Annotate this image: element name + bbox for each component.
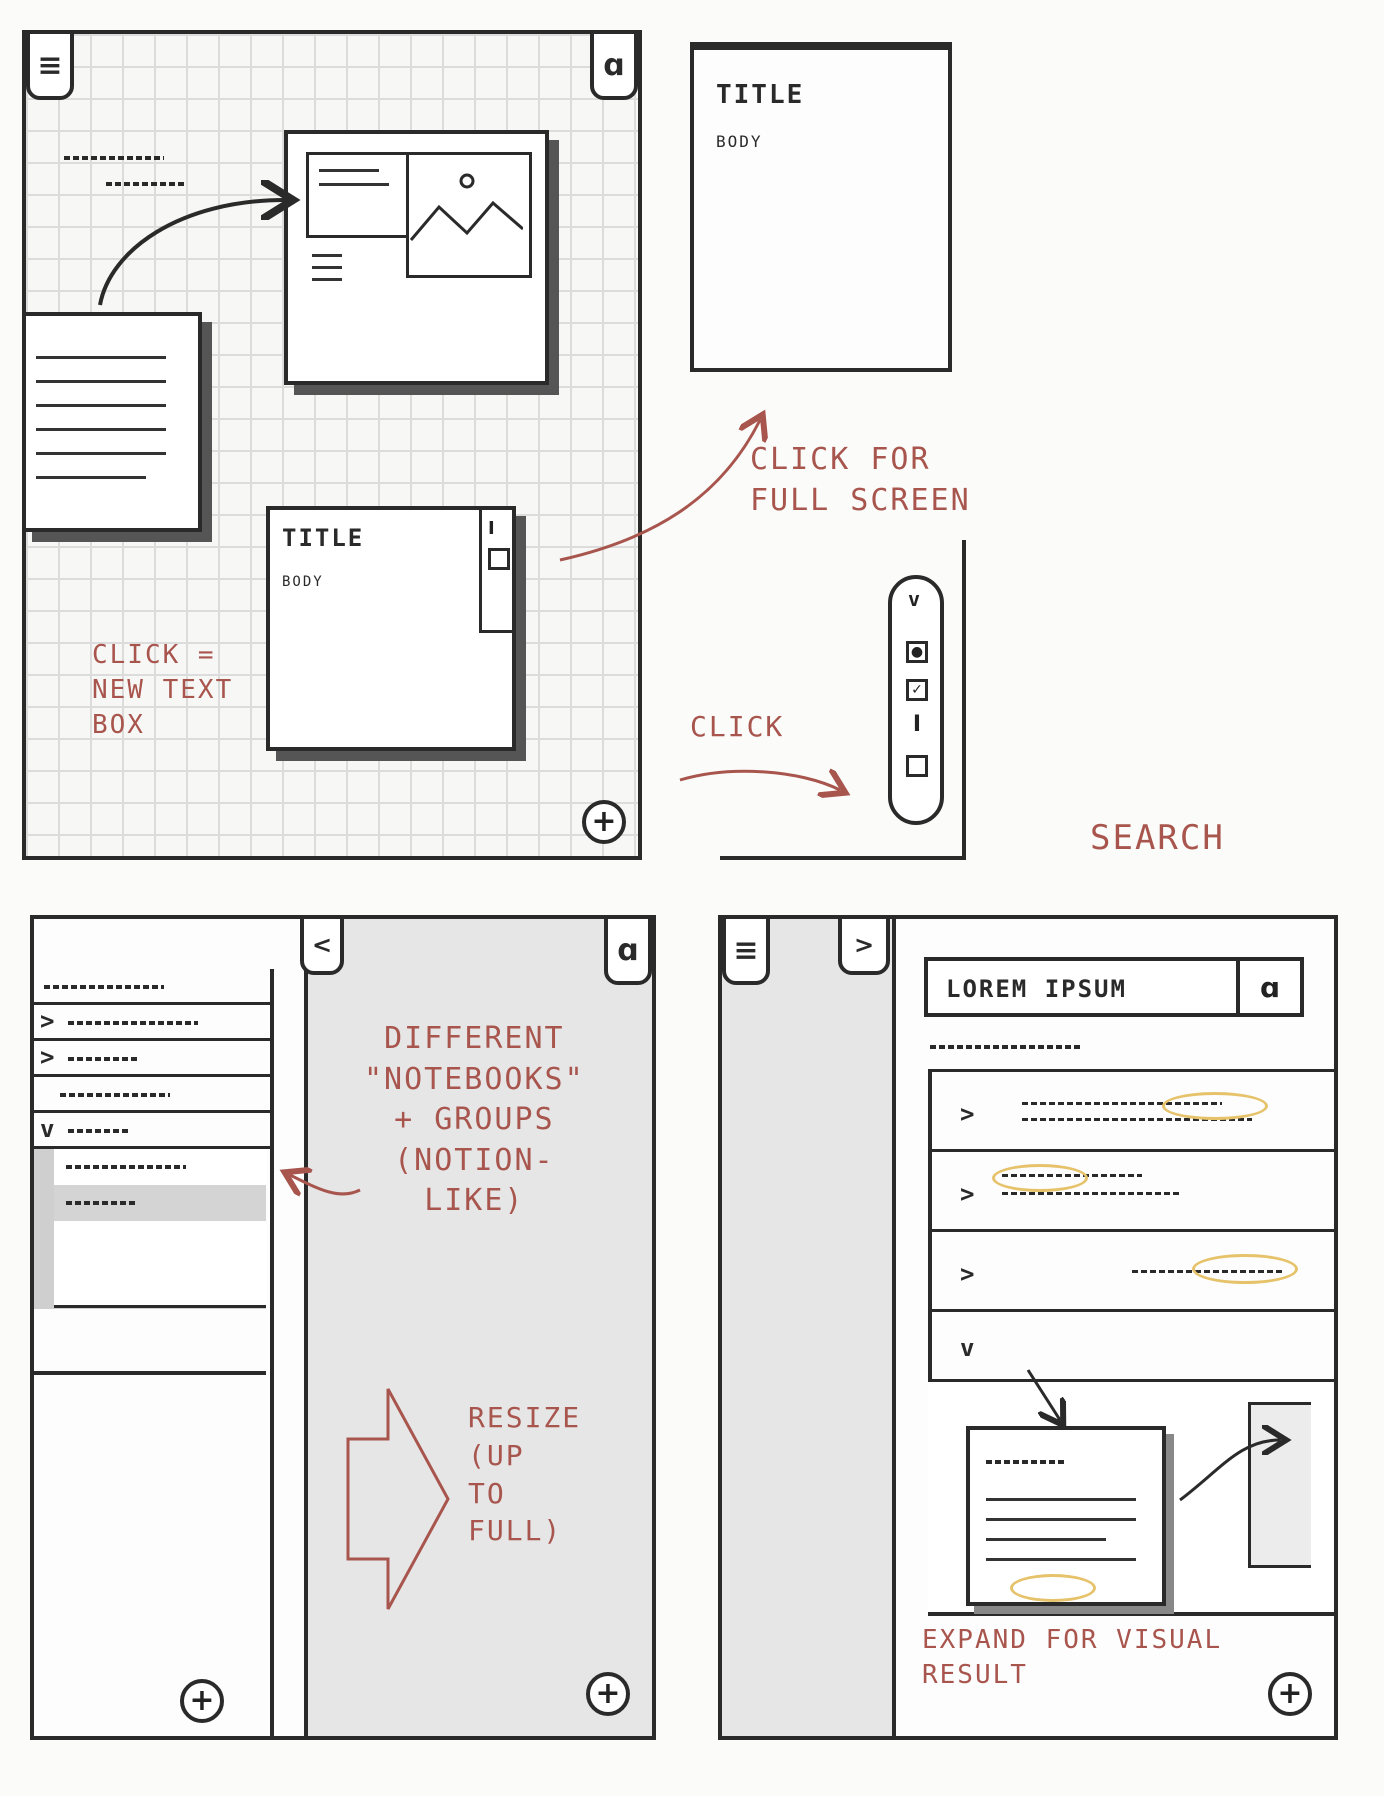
fullscreen-body: BODY xyxy=(716,132,763,151)
notebooks-panel: > > v + DIFFERENT "NOTEBOOKS" + GROUPS (… xyxy=(30,915,656,1740)
text-box-card[interactable]: TITLE BODY I xyxy=(266,506,516,751)
note-expand: EXPAND FOR VISUAL RESULT xyxy=(922,1625,1223,1691)
expand-sidebar-button[interactable]: > xyxy=(838,915,890,975)
menu-icon: ≡ xyxy=(37,47,63,83)
image-placeholder-icon xyxy=(406,152,532,278)
add-notebook-button[interactable]: + xyxy=(180,1679,224,1723)
search-icon: ɑ xyxy=(1259,970,1281,1004)
result-preview-card[interactable] xyxy=(966,1426,1166,1606)
expanded-result-area xyxy=(928,1379,1334,1616)
fullscreen-icon[interactable] xyxy=(488,548,510,570)
result-summary xyxy=(930,1045,1080,1049)
text-tool-icon[interactable]: I xyxy=(906,714,928,739)
canvas-panel[interactable]: ≡ ɑ TITLE BODY I CLICK = NEW TEXT BOX + xyxy=(22,30,642,860)
search-icon: ɑ xyxy=(617,932,639,968)
collapse-sidebar-button[interactable]: < xyxy=(300,915,344,975)
match-highlight xyxy=(1192,1254,1298,1284)
note-click: CLICK xyxy=(690,710,785,743)
card-body: BODY xyxy=(282,574,324,590)
match-highlight xyxy=(992,1164,1088,1192)
add-button[interactable]: + xyxy=(1268,1672,1312,1716)
add-button[interactable]: + xyxy=(586,1672,630,1716)
image-tool-icon[interactable]: ✓ xyxy=(906,679,928,701)
vertical-toolbar[interactable]: v ● ✓ I xyxy=(888,575,944,825)
resize-arrow-icon xyxy=(346,1388,450,1610)
handwritten-scribble xyxy=(106,182,186,186)
circle-tool-icon[interactable]: ● xyxy=(906,641,928,663)
add-button[interactable]: + xyxy=(582,800,626,844)
sidebar-item[interactable] xyxy=(34,969,270,1005)
search-button[interactable]: ɑ xyxy=(1236,961,1300,1013)
menu-tab[interactable]: ≡ xyxy=(26,30,74,100)
text-tool-icon[interactable]: I xyxy=(488,518,495,539)
fullscreen-card[interactable]: TITLE BODY xyxy=(690,42,952,372)
result-row[interactable]: > xyxy=(932,1149,1334,1229)
text-block xyxy=(306,152,412,238)
sidebar-item[interactable]: > xyxy=(34,1005,270,1041)
match-highlight xyxy=(1162,1092,1268,1120)
next-preview-edge xyxy=(1248,1402,1311,1568)
note-resize: RESIZE (UP TO FULL) xyxy=(468,1401,582,1548)
match-highlight xyxy=(1010,1574,1096,1602)
sidebar-item[interactable]: > xyxy=(34,1041,270,1077)
sidebar-item[interactable]: v xyxy=(34,1113,270,1149)
sidebar-group xyxy=(34,1149,266,1309)
search-box[interactable]: LOREM IPSUM ɑ xyxy=(924,957,1304,1017)
sidebar-subitem-selected[interactable] xyxy=(54,1185,266,1224)
sidebar-subitem[interactable] xyxy=(54,1221,266,1266)
collapsed-sidebar xyxy=(722,919,896,1736)
search-tab[interactable]: ɑ xyxy=(604,915,652,985)
search-input[interactable]: LOREM IPSUM xyxy=(946,975,1127,1003)
sidebar-divider xyxy=(34,1371,266,1375)
note-search: SEARCH xyxy=(1090,818,1225,858)
search-tab[interactable]: ɑ xyxy=(590,30,638,100)
search-icon: ɑ xyxy=(603,47,625,83)
layout-card[interactable] xyxy=(284,130,549,385)
fullscreen-title: TITLE xyxy=(716,80,805,110)
result-row[interactable]: > xyxy=(932,1229,1334,1309)
collapse-toolbar-button[interactable]: v xyxy=(908,587,920,611)
search-panel: ≡ > LOREM IPSUM ɑ > > > v EXPAND FOR VIS… xyxy=(718,915,1338,1740)
sidebar-item[interactable] xyxy=(34,1077,270,1113)
sidebar-subitem[interactable] xyxy=(54,1263,266,1308)
card-side-tools: I xyxy=(479,510,512,633)
collapsed-content-area: DIFFERENT "NOTEBOOKS" + GROUPS (NOTION- … xyxy=(304,919,652,1736)
menu-tab[interactable]: ≡ xyxy=(722,915,770,985)
note-click-full-screen: CLICK FOR FULL SCREEN xyxy=(750,442,971,518)
handwritten-scribble xyxy=(64,156,164,160)
sidebar-subitem[interactable] xyxy=(54,1149,266,1188)
card-title: TITLE xyxy=(282,524,365,552)
result-row[interactable]: > xyxy=(932,1069,1334,1149)
text-list-card[interactable] xyxy=(22,312,202,532)
results-list: > > > v xyxy=(928,1069,1334,1409)
menu-icon: ≡ xyxy=(733,932,759,968)
note-notebooks: DIFFERENT "NOTEBOOKS" + GROUPS (NOTION- … xyxy=(364,1021,585,1218)
canvas-edge xyxy=(962,540,966,860)
page-tool-icon[interactable] xyxy=(906,755,928,777)
canvas-bottom-edge xyxy=(720,856,966,860)
note-click-new-text-box: CLICK = NEW TEXT BOX xyxy=(92,640,234,741)
sidebar: > > v + xyxy=(34,969,274,1740)
